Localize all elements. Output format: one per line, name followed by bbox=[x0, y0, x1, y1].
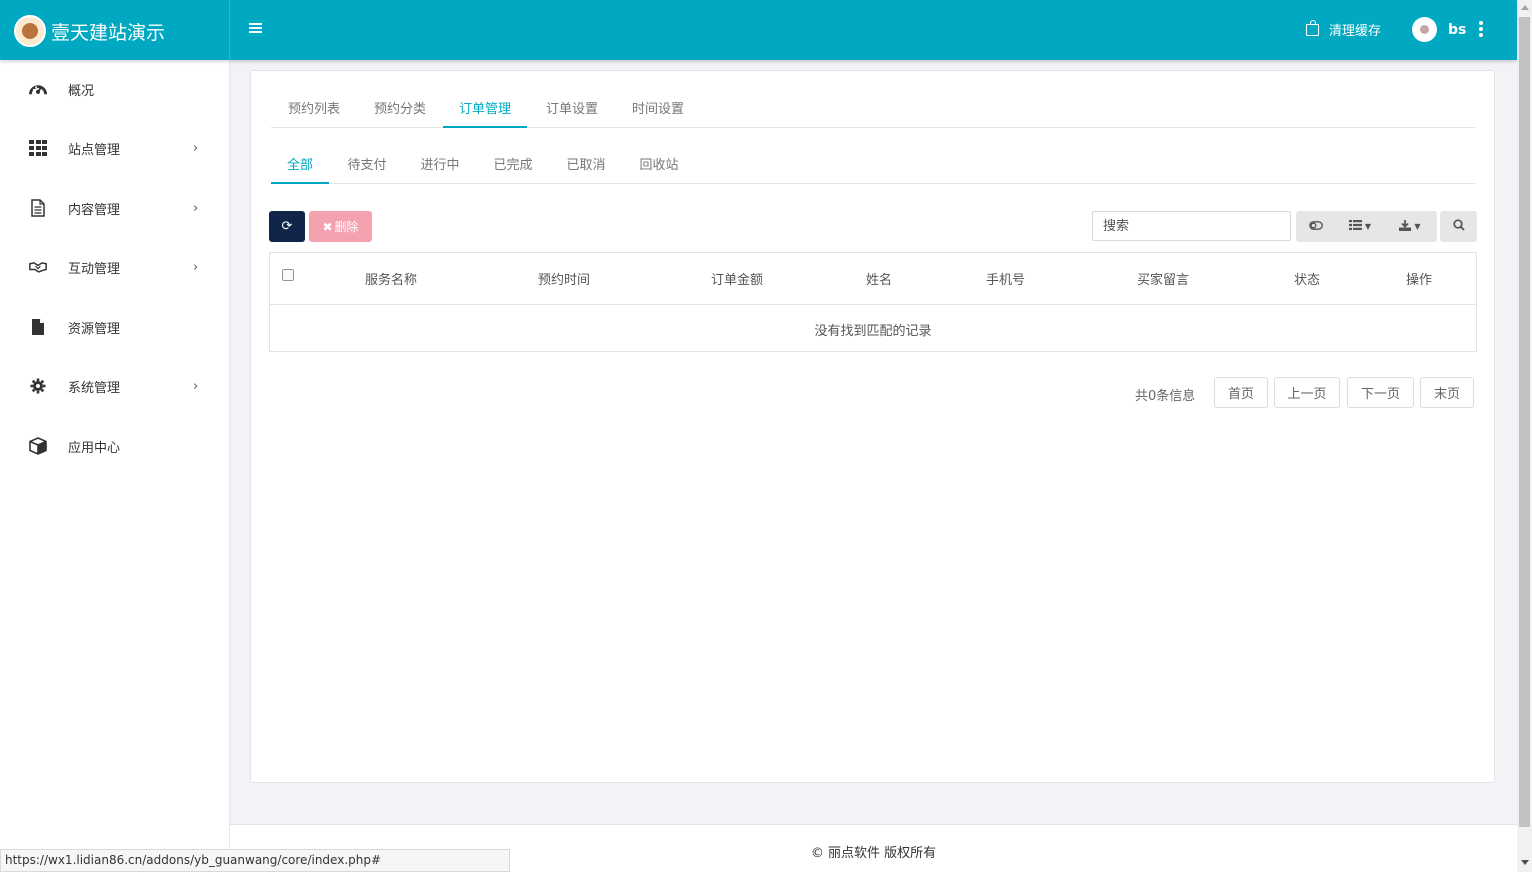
toggle-view-button[interactable] bbox=[1302, 211, 1329, 242]
select-all-checkbox[interactable] bbox=[282, 269, 294, 281]
more-vertical-icon[interactable] bbox=[1478, 21, 1484, 39]
column-header[interactable]: 订单金额 bbox=[711, 269, 763, 288]
column-header[interactable]: 姓名 bbox=[866, 269, 892, 288]
sidebar-item-label: 概况 bbox=[68, 83, 95, 99]
sidebar-item-label: 资源管理 bbox=[68, 321, 121, 337]
tab-order-settings[interactable]: 订单设置 bbox=[529, 89, 615, 128]
sidebar-item-label: 内容管理 bbox=[68, 202, 121, 218]
caret-down-icon: ▼ bbox=[1364, 222, 1372, 231]
cube-icon bbox=[29, 437, 47, 455]
tab-appointment-category[interactable]: 预约分类 bbox=[357, 89, 443, 128]
brand[interactable]: 壹天建站演示 bbox=[14, 14, 165, 48]
divider bbox=[229, 0, 230, 60]
sidebar-item-site-management[interactable]: 站点管理 › bbox=[0, 124, 229, 172]
brand-name: 壹天建站演示 bbox=[51, 21, 166, 44]
column-header[interactable]: 状态 bbox=[1294, 269, 1320, 288]
column-header[interactable]: 操作 bbox=[1406, 269, 1432, 288]
scroll-up-icon[interactable] bbox=[1521, 5, 1529, 10]
main-panel: 预约列表 预约分类 订单管理 订单设置 时间设置 全部 待支付 进行中 已完成 … bbox=[250, 70, 1495, 783]
sidebar-item-system-management[interactable]: 系统管理 › bbox=[0, 362, 229, 410]
columns-dropdown[interactable]: ▼ bbox=[1342, 211, 1378, 242]
file-icon bbox=[29, 318, 47, 336]
avatar bbox=[1412, 17, 1437, 42]
username: bs bbox=[1448, 21, 1467, 38]
chevron-right-icon: › bbox=[193, 259, 199, 275]
basket-icon bbox=[1306, 19, 1319, 36]
delete-label: 删除 bbox=[334, 220, 359, 234]
delete-button[interactable]: ✖ 删除 bbox=[309, 211, 372, 242]
caret-down-icon: ▼ bbox=[1414, 222, 1421, 231]
orders-table: 服务名称 预约时间 订单金额 姓名 手机号 买家留言 状态 操作 没有找到匹配的… bbox=[269, 252, 1477, 352]
download-icon bbox=[1399, 219, 1412, 234]
scroll-thumb[interactable] bbox=[1519, 17, 1530, 827]
scrollbar[interactable] bbox=[1517, 0, 1532, 872]
toggle-icon bbox=[1308, 220, 1323, 233]
tab-status-cancelled[interactable]: 已取消 bbox=[551, 145, 621, 184]
next-page-button[interactable]: 下一页 bbox=[1347, 377, 1414, 408]
tab-status-completed[interactable]: 已完成 bbox=[478, 145, 548, 184]
table-tools: ▼ ▼ bbox=[1296, 211, 1437, 242]
tab-appointment-list[interactable]: 预约列表 bbox=[271, 89, 357, 128]
sidebar-item-label: 系统管理 bbox=[68, 380, 121, 396]
handshake-icon bbox=[29, 258, 47, 276]
top-bar: 壹天建站演示 清理缓存 bs bbox=[0, 0, 1517, 60]
clear-cache-button[interactable]: 清理缓存 bbox=[1306, 19, 1382, 39]
search-button[interactable] bbox=[1440, 211, 1477, 242]
tab-status-in-progress[interactable]: 进行中 bbox=[405, 145, 475, 184]
refresh-button[interactable]: ⟳ bbox=[269, 211, 305, 242]
prev-page-button[interactable]: 上一页 bbox=[1274, 377, 1340, 408]
gear-icon bbox=[29, 377, 47, 395]
menu-toggle-icon[interactable] bbox=[249, 23, 262, 37]
list-icon bbox=[1348, 220, 1362, 233]
copyright: © 丽点软件 版权所有 bbox=[810, 846, 937, 861]
column-header[interactable]: 预约时间 bbox=[538, 269, 590, 288]
table-header: 服务名称 预约时间 订单金额 姓名 手机号 买家留言 状态 操作 bbox=[270, 253, 1476, 305]
status-bar-url: https://wx1.lidian86.cn/addons/yb_guanwa… bbox=[0, 849, 510, 872]
pagination-info: 共0条信息 bbox=[1135, 389, 1196, 404]
chevron-right-icon: › bbox=[193, 140, 199, 156]
column-header[interactable]: 手机号 bbox=[986, 269, 1025, 288]
sidebar-item-label: 应用中心 bbox=[68, 440, 121, 456]
sidebar: 概况 站点管理 › 内容管理 › 互动管理 › 资源管理 系统管理 › 应用中心 bbox=[0, 60, 230, 872]
scroll-down-icon[interactable] bbox=[1521, 860, 1529, 865]
tab-status-pending-payment[interactable]: 待支付 bbox=[332, 145, 402, 184]
user-menu[interactable]: bs bbox=[1412, 17, 1466, 42]
sidebar-item-overview[interactable]: 概况 bbox=[0, 65, 229, 113]
tab-order-management[interactable]: 订单管理 bbox=[443, 89, 527, 128]
status-tabs: 全部 待支付 进行中 已完成 已取消 回收站 bbox=[271, 145, 1475, 184]
column-header[interactable]: 买家留言 bbox=[1137, 269, 1189, 288]
close-icon: ✖ bbox=[322, 219, 333, 234]
tab-status-recycle-bin[interactable]: 回收站 bbox=[624, 145, 694, 184]
search-icon bbox=[1452, 218, 1465, 235]
sidebar-item-resource-management[interactable]: 资源管理 bbox=[0, 303, 229, 351]
sidebar-item-app-center[interactable]: 应用中心 bbox=[0, 422, 229, 470]
refresh-icon: ⟳ bbox=[281, 219, 293, 234]
dashboard-icon bbox=[29, 80, 47, 98]
primary-tabs: 预约列表 预约分类 订单管理 订单设置 时间设置 bbox=[271, 89, 1475, 128]
clear-cache-label: 清理缓存 bbox=[1329, 24, 1382, 39]
empty-message: 没有找到匹配的记录 bbox=[814, 324, 932, 339]
tab-status-all[interactable]: 全部 bbox=[271, 145, 329, 184]
sidebar-item-label: 站点管理 bbox=[68, 142, 121, 158]
first-page-button[interactable]: 首页 bbox=[1214, 377, 1268, 408]
search-input[interactable] bbox=[1092, 211, 1291, 241]
document-icon bbox=[29, 199, 47, 217]
tab-time-settings[interactable]: 时间设置 bbox=[615, 89, 701, 128]
chevron-right-icon: › bbox=[193, 378, 199, 394]
sidebar-item-content-management[interactable]: 内容管理 › bbox=[0, 184, 229, 232]
sidebar-item-interaction-management[interactable]: 互动管理 › bbox=[0, 243, 229, 291]
grid-icon bbox=[29, 139, 47, 157]
export-dropdown[interactable]: ▼ bbox=[1392, 211, 1428, 242]
last-page-button[interactable]: 末页 bbox=[1420, 377, 1474, 408]
chevron-right-icon: › bbox=[193, 200, 199, 216]
brand-logo-icon bbox=[14, 15, 46, 47]
sidebar-item-label: 互动管理 bbox=[68, 261, 121, 277]
column-header[interactable]: 服务名称 bbox=[365, 269, 417, 288]
